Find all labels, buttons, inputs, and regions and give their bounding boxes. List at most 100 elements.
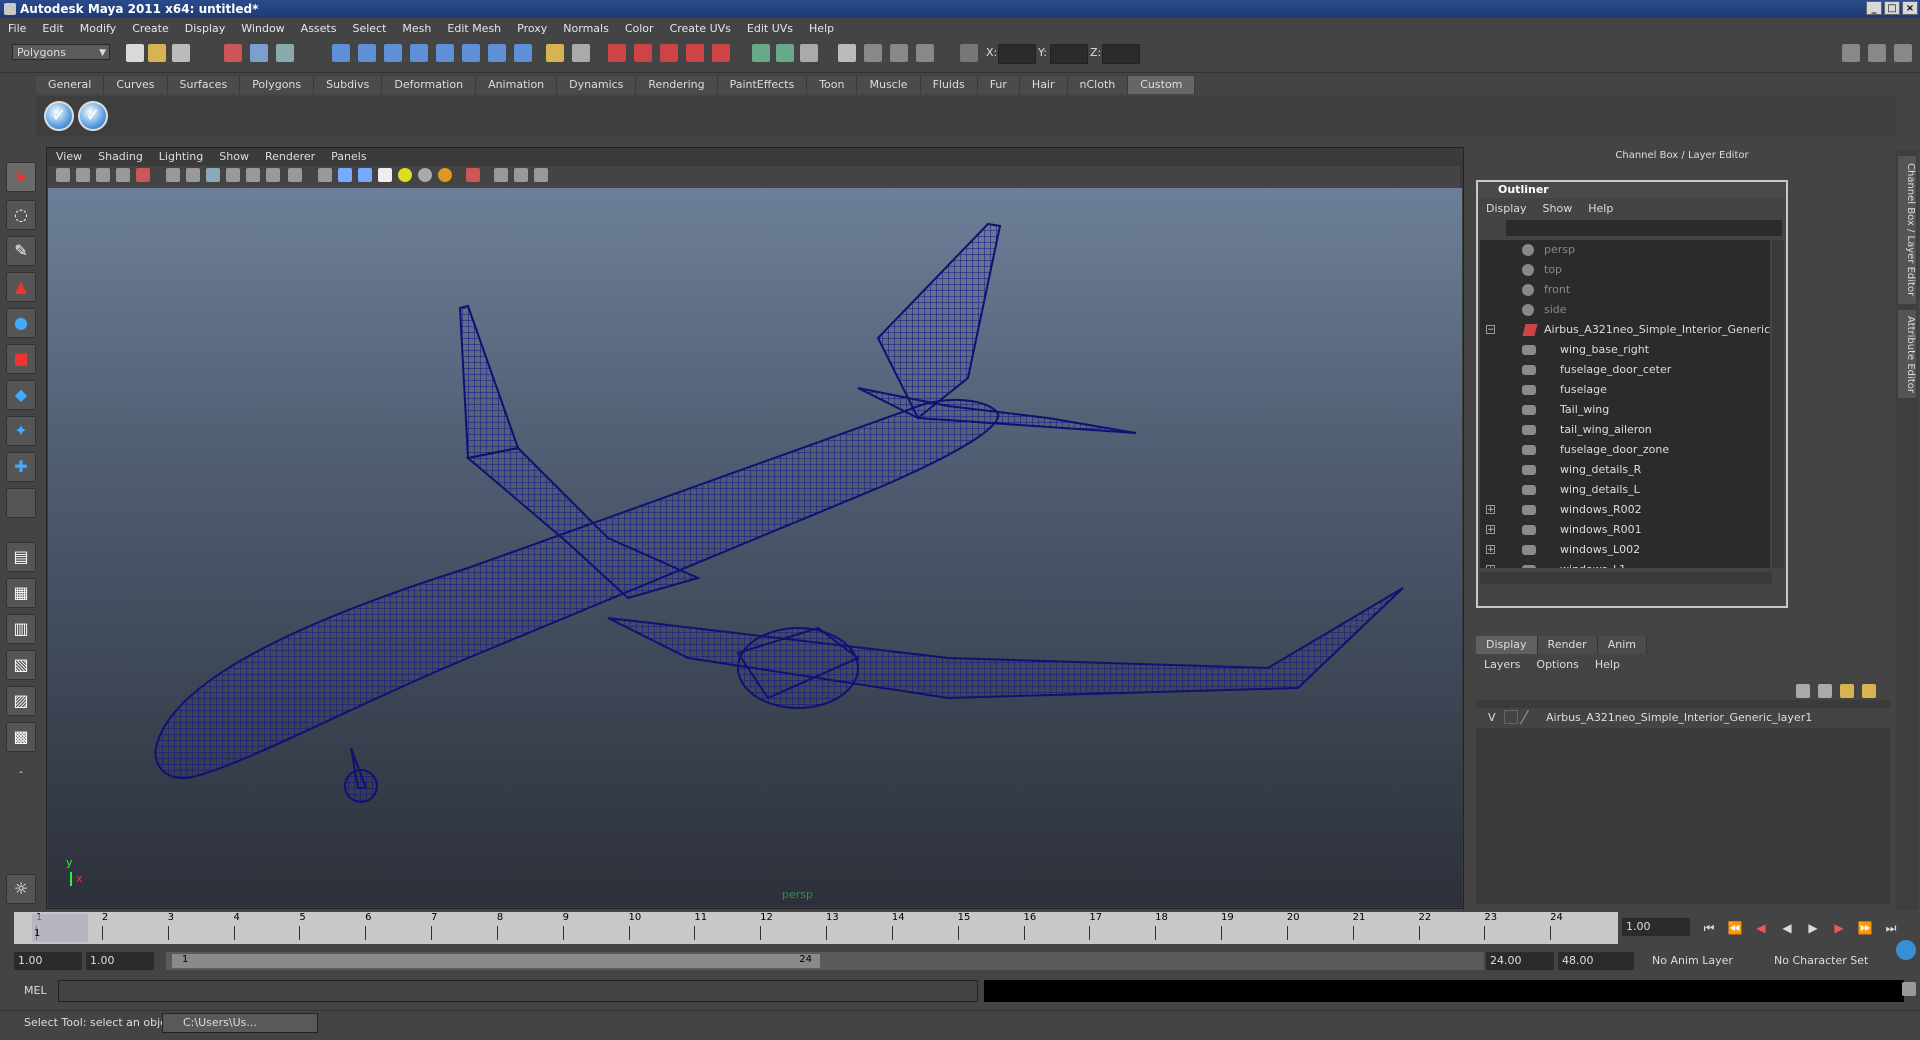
y-field[interactable] [1050, 44, 1088, 64]
menu-edit-uvs[interactable]: Edit UVs [739, 22, 801, 35]
list-item[interactable]: − Airbus_A321neo_Simple_Interior_Generic [1480, 320, 1770, 340]
animation-end-field[interactable]: 48.00 [1558, 952, 1634, 970]
light-icon[interactable] [398, 168, 412, 182]
auto-key-icon[interactable] [1896, 940, 1916, 960]
bookmark-icon[interactable] [96, 168, 110, 182]
snap-curve-icon[interactable] [358, 44, 376, 62]
shelf-tab-curves[interactable]: Curves [104, 76, 168, 94]
lock-icon[interactable] [546, 44, 564, 62]
new-layer-selected-icon[interactable] [1818, 684, 1832, 698]
shelf-tab-polygons[interactable]: Polygons [240, 76, 315, 94]
play-backward-icon[interactable]: ◀ [1776, 920, 1798, 936]
go-to-start-icon[interactable]: ⏮ [1698, 920, 1720, 936]
film-gate-icon[interactable] [136, 168, 150, 182]
shelf-tab-dynamics[interactable]: Dynamics [557, 76, 637, 94]
shelf-tab-painteffects[interactable]: PaintEffects [717, 76, 808, 94]
snap-surface-icon[interactable] [436, 44, 454, 62]
play-forward-icon[interactable]: ▶ [1802, 920, 1824, 936]
ipr-render-icon[interactable] [660, 44, 678, 62]
select-camera-icon[interactable] [56, 168, 70, 182]
list-item[interactable]: front [1480, 280, 1770, 300]
snap-live-icon[interactable] [488, 44, 506, 62]
shelf-tab-toon[interactable]: Toon [807, 76, 858, 94]
expand-icon[interactable]: + [1486, 545, 1495, 555]
list-item[interactable]: wing_details_R [1480, 460, 1770, 480]
move-tool-icon[interactable]: ▲ [6, 272, 36, 302]
shelf-tab-fur[interactable]: Fur [977, 76, 1020, 94]
menu-create-uvs[interactable]: Create UVs [662, 22, 739, 35]
image-plane-icon[interactable] [116, 168, 130, 182]
z-field[interactable] [1102, 44, 1140, 64]
shelf-tab-animation[interactable]: Animation [476, 76, 558, 94]
command-input[interactable] [58, 980, 978, 1002]
perspective-viewport[interactable]: y x persp [48, 188, 1462, 907]
shelf-tab-fluids[interactable]: Fluids [920, 76, 978, 94]
new-layer-icon[interactable] [1796, 684, 1810, 698]
step-forward-frame-icon[interactable]: ▶ [1828, 920, 1850, 936]
shelf-tab-custom[interactable]: Custom [1128, 76, 1196, 94]
scale-tool-icon[interactable]: ■ [6, 344, 36, 374]
persp-graph-layout-icon[interactable]: ▧ [6, 650, 36, 680]
shelf-tab-ncloth[interactable]: nCloth [1067, 76, 1129, 94]
outliner-horizontal-scrollbar[interactable] [1480, 572, 1772, 584]
select-component-icon[interactable] [276, 44, 294, 62]
outliner-menu-help[interactable]: Help [1580, 200, 1621, 218]
playback-end-field[interactable]: 24.00 [1486, 952, 1554, 970]
safe-action-icon[interactable] [514, 168, 528, 182]
show-attribute-editor-icon[interactable] [1842, 44, 1860, 62]
viewport-menu-renderer[interactable]: Renderer [257, 148, 323, 166]
textured-icon[interactable] [266, 168, 280, 182]
snap-point-icon[interactable] [384, 44, 402, 62]
outliner-menu-show[interactable]: Show [1535, 200, 1581, 218]
outliner-vertical-scrollbar[interactable] [1772, 240, 1784, 568]
hypershade-icon[interactable] [712, 44, 730, 62]
checkmark-shelf-icon[interactable]: ✓ [44, 101, 74, 131]
list-item[interactable]: wing_base_right [1480, 340, 1770, 360]
menu-help[interactable]: Help [801, 22, 842, 35]
list-item[interactable]: + windows_R001 [1480, 520, 1770, 540]
layer-tab-display[interactable]: Display [1476, 636, 1538, 654]
list-item[interactable]: +windows_L1 [1480, 560, 1770, 568]
layer-menu-help[interactable]: Help [1587, 656, 1628, 674]
layer-row[interactable]: V Airbus_A321neo_Simple_Interior_Generic… [1476, 708, 1890, 728]
wireframe-on-shaded-icon[interactable] [226, 168, 240, 182]
viewport-menu-panels[interactable]: Panels [323, 148, 374, 166]
xray-joints-icon[interactable] [466, 168, 480, 182]
shelf-tab-rendering[interactable]: Rendering [636, 76, 718, 94]
isolate-select-icon[interactable] [318, 168, 332, 182]
shadow-icon[interactable] [418, 168, 432, 182]
checkmark-shelf-icon-2[interactable]: ✓ [78, 101, 108, 131]
outliner-menu-display[interactable]: Display [1478, 200, 1535, 218]
manipulator-view-icon[interactable] [534, 168, 548, 182]
layer-type-toggle[interactable] [1504, 710, 1518, 724]
last-tool-icon[interactable] [6, 488, 36, 518]
save-scene-icon[interactable] [172, 44, 190, 62]
viewport-menu-shading[interactable]: Shading [90, 148, 151, 166]
select-tool-icon[interactable]: ➤ [6, 162, 36, 192]
step-back-frame-icon[interactable]: ◀ [1750, 920, 1772, 936]
anim-layer-dropdown[interactable]: No Anim Layer [1648, 952, 1754, 970]
list-item[interactable]: + windows_L002 [1480, 540, 1770, 560]
outliner-filter-input[interactable] [1506, 220, 1782, 236]
camera-attributes-icon[interactable] [76, 168, 90, 182]
layer-tab-render[interactable]: Render [1537, 636, 1598, 654]
minimize-button[interactable]: _ [1866, 1, 1882, 15]
menu-file[interactable]: File [0, 22, 34, 35]
list-item[interactable]: fuselage_door_zone [1480, 440, 1770, 460]
sidebar-toggle-icon[interactable] [800, 44, 818, 62]
show-manipulator-icon[interactable]: ✚ [6, 452, 36, 482]
minimized-window[interactable]: C:\Users\Us... [162, 1013, 318, 1033]
four-view-layout-icon[interactable]: ▦ [6, 578, 36, 608]
go-to-end-icon[interactable]: ⏭ [1880, 920, 1902, 936]
list-item[interactable]: tail_wing_aileron [1480, 420, 1770, 440]
playback-start-field[interactable]: 1.00 [86, 952, 154, 970]
high-quality-icon[interactable] [438, 168, 452, 182]
side-tab-channel-box[interactable]: Channel Box / Layer Editor [1898, 156, 1916, 304]
step-back-key-icon[interactable]: ⏪ [1724, 920, 1746, 936]
custom-tool-icon[interactable]: ☼ [6, 874, 36, 904]
lasso-tool-icon[interactable]: ◌ [6, 200, 36, 230]
expand-icon[interactable]: + [1486, 505, 1495, 515]
panel-layout-icon[interactable] [838, 44, 856, 62]
checker-icon[interactable] [378, 168, 392, 182]
list-item[interactable]: fuselage_door_ceter [1480, 360, 1770, 380]
